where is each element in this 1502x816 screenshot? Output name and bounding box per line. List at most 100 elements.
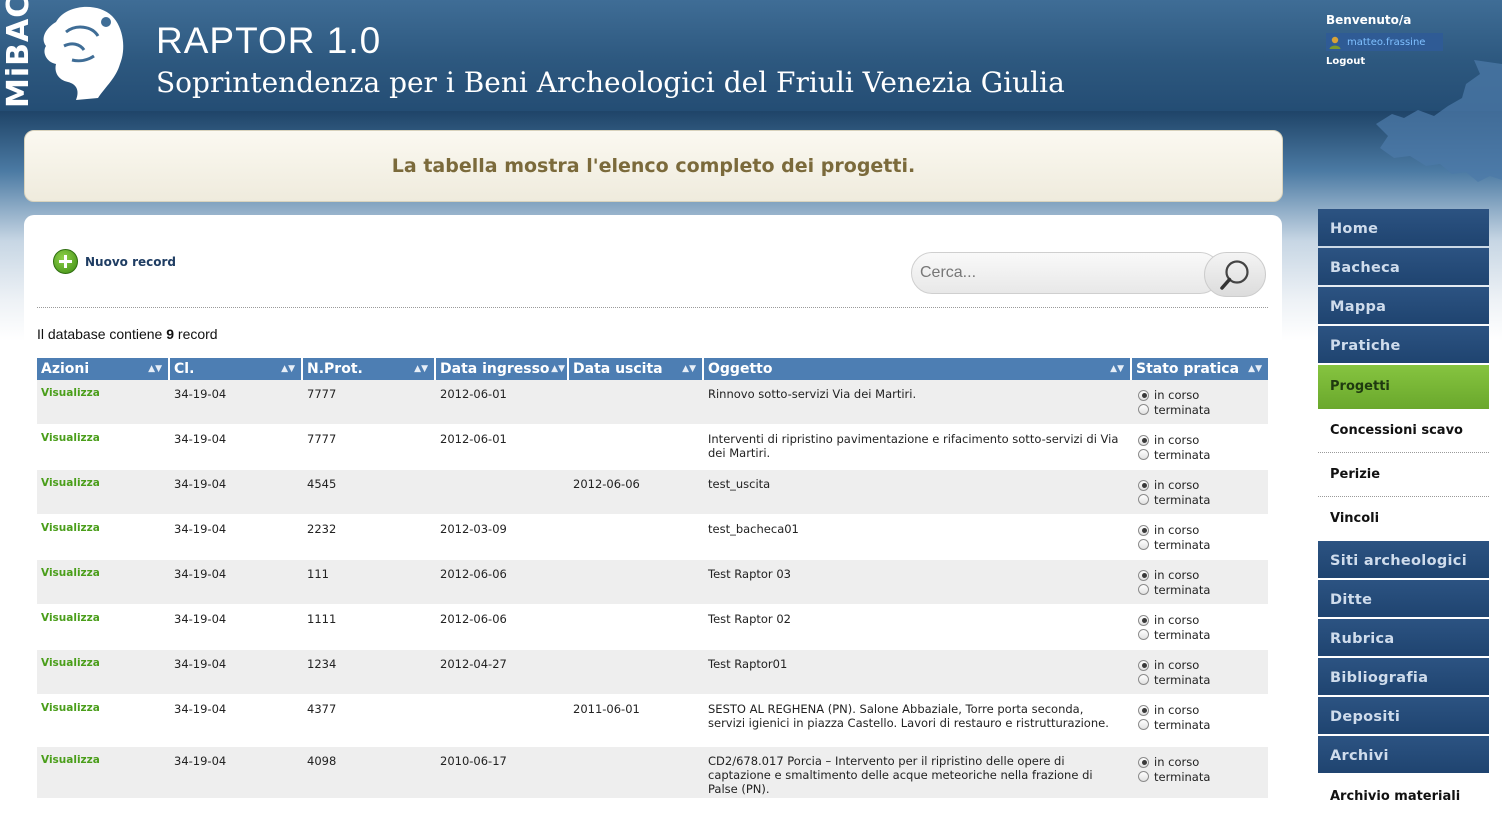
nav-item-bibliografia[interactable]: Bibliografia — [1318, 658, 1489, 695]
status-option[interactable]: in corso — [1138, 523, 1268, 538]
cell-oggetto: SESTO AL REGHENA (PN). Salone Abbaziale,… — [708, 702, 1109, 730]
record-count-suffix: record — [177, 326, 218, 342]
new-record-button[interactable]: Nuovo record — [53, 249, 176, 274]
nav-item-archivi[interactable]: Archivi — [1318, 736, 1489, 773]
status-option-label: in corso — [1154, 568, 1200, 583]
radio-button[interactable] — [1138, 479, 1149, 491]
cell-data-ingresso — [436, 695, 569, 746]
status-option[interactable]: terminata — [1138, 673, 1268, 688]
radio-button[interactable] — [1138, 494, 1149, 506]
status-radio-group: in corso terminata — [1132, 747, 1268, 798]
status-option-label: in corso — [1154, 658, 1200, 673]
search-input[interactable] — [911, 252, 1221, 294]
status-option[interactable]: terminata — [1138, 718, 1268, 733]
nav-item-rubrica[interactable]: Rubrica — [1318, 619, 1489, 656]
user-chip[interactable]: matteo.frassine — [1326, 33, 1443, 51]
status-option[interactable]: in corso — [1138, 478, 1268, 493]
status-option[interactable]: terminata — [1138, 628, 1268, 643]
status-option[interactable]: in corso — [1138, 568, 1268, 583]
radio-button[interactable] — [1138, 771, 1149, 783]
status-option-label: in corso — [1154, 478, 1200, 493]
nav-item-vincoli[interactable]: Vincoli — [1318, 497, 1489, 541]
cell-classificazione: 34-19-04 — [174, 567, 227, 581]
radio-button[interactable] — [1138, 389, 1149, 401]
nav-item-siti-archeologici[interactable]: Siti archeologici — [1318, 541, 1489, 578]
status-option[interactable]: in corso — [1138, 703, 1268, 718]
nav-item-progetti[interactable]: Progetti — [1318, 365, 1489, 409]
cell-protocollo: 7777 — [307, 387, 337, 401]
nav-item-pratiche[interactable]: Pratiche — [1318, 326, 1489, 363]
column-header-oggetto[interactable]: Oggetto ▲▼ — [704, 358, 1132, 380]
radio-button[interactable] — [1138, 569, 1149, 581]
nav-item-mappa[interactable]: Mappa — [1318, 287, 1489, 324]
status-option-label: in corso — [1154, 433, 1200, 448]
status-option[interactable]: in corso — [1138, 613, 1268, 628]
visualizza-link[interactable]: Visualizza — [37, 605, 170, 649]
status-option[interactable]: in corso — [1138, 755, 1268, 770]
visualizza-link[interactable]: Visualizza — [37, 380, 170, 424]
cell-protocollo: 2232 — [307, 522, 337, 536]
status-option-label: in corso — [1154, 755, 1200, 770]
column-header-data-uscita[interactable]: Data uscita ▲▼ — [569, 358, 704, 380]
cell-oggetto: Test Raptor 02 — [708, 612, 791, 626]
radio-button[interactable] — [1138, 449, 1149, 461]
visualizza-link[interactable]: Visualizza — [37, 470, 170, 514]
radio-button[interactable] — [1138, 659, 1149, 671]
nav-item-archivio-materiali[interactable]: Archivio materiali — [1318, 775, 1489, 816]
visualizza-link[interactable]: Visualizza — [37, 560, 170, 604]
status-option-label: in corso — [1154, 613, 1200, 628]
column-header-data-ingresso[interactable]: Data ingresso ▲▼ — [436, 358, 569, 380]
nav-item-concessioni-scavo[interactable]: Concessioni scavo — [1318, 409, 1489, 453]
status-option[interactable]: in corso — [1138, 658, 1268, 673]
visualizza-link[interactable]: Visualizza — [37, 747, 170, 798]
table-row: Visualizza 34-19-04 7777 2012-06-01 Rinnovo … — [37, 380, 1268, 425]
radio-button[interactable] — [1138, 704, 1149, 716]
visualizza-link[interactable]: Visualizza — [37, 425, 170, 469]
status-option[interactable]: terminata — [1138, 403, 1268, 418]
sort-arrows-icon: ▲▼ — [148, 364, 162, 374]
status-option[interactable]: in corso — [1138, 433, 1268, 448]
cell-protocollo: 1111 — [307, 612, 337, 626]
column-header-stato-pratica[interactable]: Stato pratica ▲▼ — [1132, 358, 1268, 380]
column-label: Data ingresso — [440, 361, 550, 377]
status-option[interactable]: terminata — [1138, 770, 1268, 785]
region-map-icon — [1376, 60, 1502, 182]
status-option-label: terminata — [1154, 402, 1211, 417]
status-radio-group: in corso terminata — [1132, 560, 1268, 604]
radio-button[interactable] — [1138, 404, 1149, 416]
nav-item-depositi[interactable]: Depositi — [1318, 697, 1489, 734]
radio-button[interactable] — [1138, 584, 1149, 596]
radio-button[interactable] — [1138, 719, 1149, 731]
cell-protocollo: 4098 — [307, 754, 337, 768]
column-header-azioni[interactable]: Azioni ▲▼ — [37, 358, 170, 380]
table-row: Visualizza 34-19-04 1111 2012-06-06 Test Rap… — [37, 605, 1268, 650]
status-option[interactable]: in corso — [1138, 388, 1268, 403]
status-option-label: terminata — [1154, 769, 1211, 784]
status-option[interactable]: terminata — [1138, 583, 1268, 598]
column-header-cl[interactable]: Cl. ▲▼ — [170, 358, 303, 380]
radio-button[interactable] — [1138, 629, 1149, 641]
column-header-nprot[interactable]: N.Prot. ▲▼ — [303, 358, 436, 380]
radio-button[interactable] — [1138, 614, 1149, 626]
radio-button[interactable] — [1138, 674, 1149, 686]
column-label: Data uscita — [573, 361, 663, 377]
search-button[interactable] — [1204, 252, 1266, 297]
nav-item-perizie[interactable]: Perizie — [1318, 453, 1489, 497]
cell-oggetto: Interventi di ripristino pavimentazione … — [708, 432, 1119, 460]
statue-head-logo-icon — [43, 6, 124, 100]
nav-item-home[interactable]: Home — [1318, 209, 1489, 246]
nav-item-ditte[interactable]: Ditte — [1318, 580, 1489, 617]
visualizza-link[interactable]: Visualizza — [37, 695, 170, 746]
status-radio-group: in corso terminata — [1132, 380, 1268, 424]
nav-item-bacheca[interactable]: Bacheca — [1318, 248, 1489, 285]
cell-data-uscita — [569, 560, 704, 604]
status-option[interactable]: terminata — [1138, 538, 1268, 553]
radio-button[interactable] — [1138, 434, 1149, 446]
visualizza-link[interactable]: Visualizza — [37, 650, 170, 694]
visualizza-link[interactable]: Visualizza — [37, 515, 170, 559]
status-option[interactable]: terminata — [1138, 493, 1268, 508]
status-option[interactable]: terminata — [1138, 448, 1268, 463]
radio-button[interactable] — [1138, 539, 1149, 551]
radio-button[interactable] — [1138, 756, 1149, 768]
radio-button[interactable] — [1138, 524, 1149, 536]
